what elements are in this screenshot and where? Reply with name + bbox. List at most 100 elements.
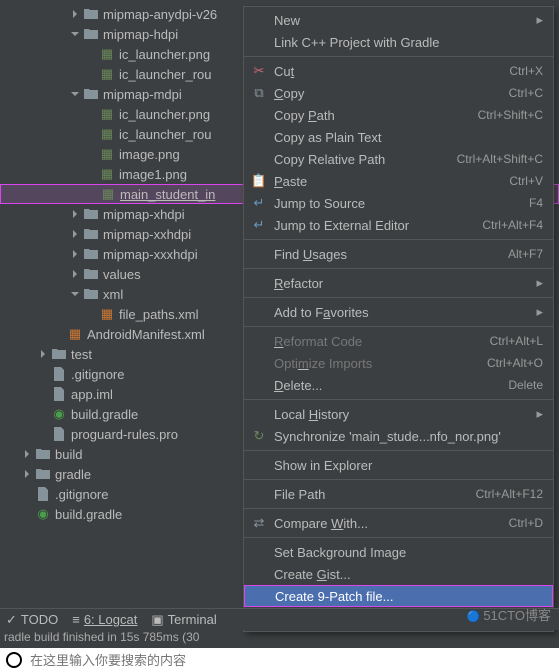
menu-item[interactable]: Copy PathCtrl+Shift+C <box>244 104 553 126</box>
menu-shortcut: Ctrl+X <box>509 64 543 78</box>
image-icon: ▦ <box>99 46 115 62</box>
tree-label: gradle <box>55 467 91 482</box>
menu-item[interactable]: 📋PasteCtrl+V <box>244 170 553 192</box>
jump-icon: ↵ <box>250 216 268 234</box>
menu-item[interactable]: Local History▸ <box>244 403 553 425</box>
menu-item[interactable]: ↵Jump to External EditorCtrl+Alt+F4 <box>244 214 553 236</box>
context-menu[interactable]: New▸Link C++ Project with Gradle ✂CutCtrl… <box>243 6 554 632</box>
submenu-arrow-icon: ▸ <box>536 406 543 422</box>
file-icon <box>35 486 51 502</box>
menu-shortcut: Ctrl+Shift+C <box>478 108 543 122</box>
expand-arrow[interactable] <box>70 89 80 99</box>
menu-item[interactable]: ↵Jump to SourceF4 <box>244 192 553 214</box>
image-icon: ▦ <box>99 166 115 182</box>
expand-arrow[interactable] <box>86 109 96 119</box>
menu-label: Create Gist... <box>274 567 543 582</box>
menu-item[interactable]: Add to Favorites▸ <box>244 301 553 323</box>
menu-item[interactable]: Find UsagesAlt+F7 <box>244 243 553 265</box>
menu-item[interactable]: Create Gist... <box>244 563 553 585</box>
menu-item[interactable]: Delete...Delete <box>244 374 553 396</box>
expand-arrow[interactable] <box>70 209 80 219</box>
cortana-icon[interactable] <box>6 652 22 668</box>
menu-shortcut: Ctrl+Alt+Shift+C <box>457 152 543 166</box>
menu-item[interactable]: ⧉CopyCtrl+C <box>244 82 553 104</box>
expand-arrow[interactable] <box>38 369 48 379</box>
menu-label: File Path <box>274 487 476 502</box>
menu-item[interactable]: Link C++ Project with Gradle <box>244 31 553 53</box>
expand-arrow[interactable] <box>22 469 32 479</box>
folder-icon <box>51 346 67 362</box>
submenu-arrow-icon: ▸ <box>536 275 543 291</box>
menu-item: Optimize ImportsCtrl+Alt+O <box>244 352 553 374</box>
menu-item: Reformat CodeCtrl+Alt+L <box>244 330 553 352</box>
tab-todo[interactable]: ✓ TODO <box>6 612 58 628</box>
expand-arrow[interactable] <box>86 49 96 59</box>
expand-arrow[interactable] <box>22 449 32 459</box>
expand-arrow[interactable] <box>87 189 97 199</box>
expand-arrow[interactable] <box>22 509 32 519</box>
file-icon <box>51 426 67 442</box>
menu-item[interactable]: ✂CutCtrl+X <box>244 60 553 82</box>
menu-item[interactable]: Copy Relative PathCtrl+Alt+Shift+C <box>244 148 553 170</box>
menu-shortcut: Ctrl+Alt+O <box>487 356 543 370</box>
expand-arrow[interactable] <box>70 289 80 299</box>
image-icon: ▦ <box>100 186 116 202</box>
menu-label: Compare With... <box>274 516 509 531</box>
expand-arrow[interactable] <box>86 69 96 79</box>
menu-item[interactable]: Show in Explorer <box>244 454 553 476</box>
menu-shortcut: Ctrl+Alt+L <box>490 334 543 348</box>
tree-label: image1.png <box>119 167 187 182</box>
expand-arrow[interactable] <box>38 409 48 419</box>
tree-label: .gitignore <box>71 367 124 382</box>
expand-arrow[interactable] <box>38 349 48 359</box>
blank-icon <box>250 376 268 394</box>
menu-label: Delete... <box>274 378 508 393</box>
menu-item[interactable]: Create 9-Patch file... <box>244 585 553 607</box>
paste-icon: 📋 <box>250 172 268 190</box>
blank-icon <box>250 128 268 146</box>
menu-label: Reformat Code <box>274 334 490 349</box>
expand-arrow[interactable] <box>86 129 96 139</box>
expand-arrow[interactable] <box>70 249 80 259</box>
menu-item[interactable]: ↻Synchronize 'main_stude...nfo_nor.png' <box>244 425 553 447</box>
menu-item[interactable]: File PathCtrl+Alt+F12 <box>244 483 553 505</box>
compare-icon: ⇄ <box>250 514 268 532</box>
gradle-icon: ◉ <box>35 506 51 522</box>
expand-arrow[interactable] <box>70 9 80 19</box>
expand-arrow[interactable] <box>86 149 96 159</box>
expand-arrow[interactable] <box>38 389 48 399</box>
menu-label: Optimize Imports <box>274 356 487 371</box>
menu-item[interactable]: ⇄Compare With...Ctrl+D <box>244 512 553 534</box>
menu-item[interactable]: Refactor▸ <box>244 272 553 294</box>
submenu-arrow-icon: ▸ <box>536 304 543 320</box>
folder-icon <box>83 266 99 282</box>
tree-label: AndroidManifest.xml <box>87 327 205 342</box>
tree-label: mipmap-xxxhdpi <box>103 247 198 262</box>
blank-icon <box>250 274 268 292</box>
expand-arrow[interactable] <box>54 329 64 339</box>
expand-arrow[interactable] <box>38 429 48 439</box>
expand-arrow[interactable] <box>70 229 80 239</box>
expand-arrow[interactable] <box>86 309 96 319</box>
tree-label: values <box>103 267 141 282</box>
folder-icon <box>83 286 99 302</box>
windows-taskbar[interactable] <box>0 648 559 672</box>
xml-icon: ▦ <box>99 306 115 322</box>
tree-label: file_paths.xml <box>119 307 198 322</box>
menu-label: Jump to Source <box>274 196 529 211</box>
menu-item[interactable]: New▸ <box>244 9 553 31</box>
tab-terminal[interactable]: ▣ Terminal <box>151 612 216 628</box>
expand-arrow[interactable] <box>70 269 80 279</box>
expand-arrow[interactable] <box>22 489 32 499</box>
expand-arrow[interactable] <box>70 29 80 39</box>
menu-item[interactable]: Copy as Plain Text <box>244 126 553 148</box>
expand-arrow[interactable] <box>86 169 96 179</box>
blank-icon <box>250 485 268 503</box>
tree-label: build.gradle <box>55 507 122 522</box>
blank-icon <box>250 332 268 350</box>
menu-item[interactable]: Set Background Image <box>244 541 553 563</box>
menu-separator <box>244 56 553 57</box>
tree-label: ic_launcher_rou <box>119 127 212 142</box>
tab-logcat[interactable]: ≡ 6: Logcat <box>72 612 137 627</box>
search-input[interactable] <box>30 653 553 668</box>
